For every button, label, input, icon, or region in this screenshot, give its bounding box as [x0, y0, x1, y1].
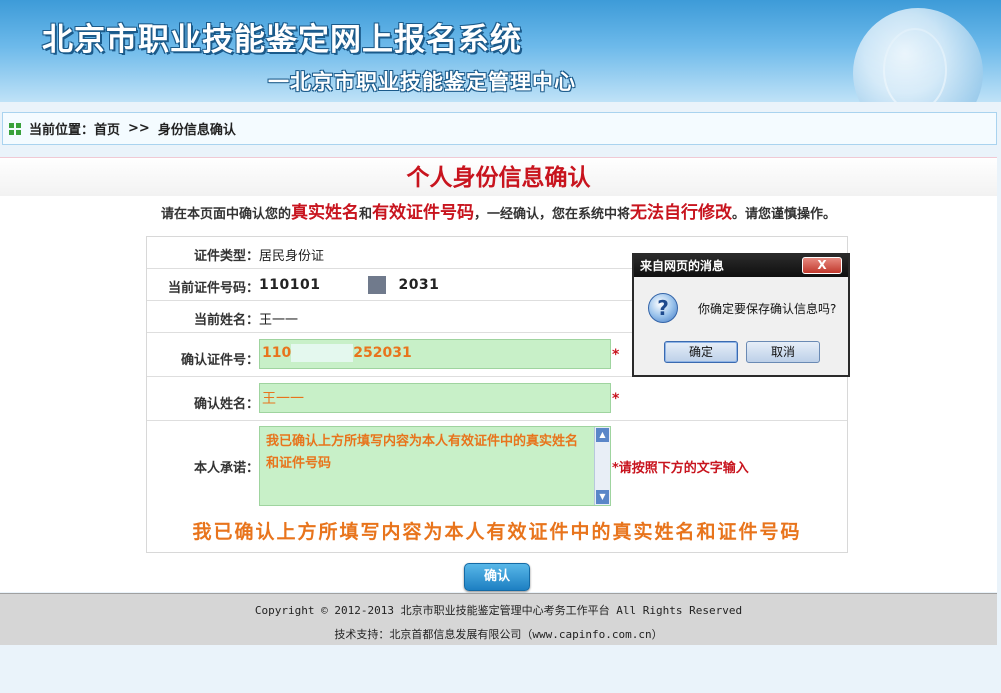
notice-highlight-name: 真实姓名	[290, 203, 359, 223]
breadcrumb-home-link[interactable]: 首页	[94, 119, 120, 138]
footer: Copyright © 2012-2013 北京市职业技能鉴定管理中心考务工作平…	[0, 593, 997, 645]
pledge-hint: *请按照下方的文字输入	[612, 461, 749, 476]
row-confirm-name: 确认姓名： 王一一 *	[147, 377, 847, 421]
dialog-message: 你确定要保存确认信息吗?	[698, 302, 837, 316]
globe-icon	[853, 8, 983, 102]
notice-text: 请在本页面中确认您的真实姓名和有效证件号码，一经确认，您在系统中将无法自行修改。…	[0, 198, 997, 223]
notice-highlight-warning: 无法自行修改	[630, 203, 733, 223]
confirm-id-start: 110	[262, 345, 292, 361]
confirm-name-input[interactable]: 王一一	[259, 383, 611, 413]
current-name-label: 当前姓名：	[193, 313, 259, 328]
confirm-id-label: 确认证件号：	[180, 353, 259, 368]
grid-icon	[9, 122, 21, 135]
close-icon[interactable]: X	[802, 257, 842, 274]
confirm-id-input[interactable]: 110 252031	[259, 339, 611, 369]
current-id-start: 110101	[259, 277, 321, 293]
current-name-value: 王一一	[259, 313, 299, 328]
scroll-down-icon[interactable]: ▼	[596, 490, 609, 504]
redaction-mask	[320, 275, 369, 295]
confirm-id-end: 252031	[353, 345, 412, 361]
pledge-textarea-text: 我已确认上方所填写内容为本人有效证件中的真实姓名和证件号码	[266, 434, 579, 471]
site-subtitle: 一北京市职业技能鉴定管理中心	[268, 69, 576, 94]
pledge-reference-text: 我已确认上方所填写内容为本人有效证件中的真实姓名和证件号码	[192, 521, 802, 543]
dialog-titlebar: 来自网页的消息 X	[634, 255, 848, 277]
question-icon: ?	[648, 293, 678, 323]
breadcrumb-separator: >>	[128, 121, 150, 136]
confirm-button[interactable]: 确认	[464, 563, 530, 591]
notice-part: 和	[358, 207, 372, 222]
page-title: 个人身份信息确认	[0, 158, 997, 196]
required-mark: *	[612, 391, 620, 407]
scroll-up-icon[interactable]: ▲	[596, 428, 609, 442]
footer-support: 技术支持：北京首都信息发展有限公司（www.capinfo.com.cn）	[334, 628, 663, 641]
notice-highlight-id: 有效证件号码	[372, 203, 474, 223]
breadcrumb-prefix: 当前位置：	[29, 123, 95, 138]
redaction-mask	[291, 344, 354, 362]
textarea-scrollbar[interactable]: ▲ ▼	[594, 427, 610, 505]
current-id-label: 当前证件号码：	[167, 281, 259, 296]
id-type-value: 居民身份证	[259, 249, 325, 264]
confirm-name-label: 确认姓名：	[193, 397, 259, 412]
notice-part: 。请您谨慎操作。	[732, 207, 837, 222]
current-id-value: 110101 2031	[259, 275, 439, 295]
footer-copyright: Copyright © 2012-2013 北京市职业技能鉴定管理中心考务工作平…	[254, 604, 743, 617]
current-id-end: 2031	[398, 277, 440, 293]
row-pledge: 本人承诺： 我已确认上方所填写内容为本人有效证件中的真实姓名和证件号码 ▲ ▼ …	[147, 421, 847, 513]
redaction-block	[368, 276, 387, 294]
pledge-label: 本人承诺：	[193, 461, 259, 476]
site-title: 北京市职业技能鉴定网上报名系统	[42, 22, 522, 58]
dialog-ok-button[interactable]: 确定	[664, 341, 738, 363]
notice-part: ，一经确认，您在系统中将	[474, 207, 631, 222]
breadcrumb-current: 身份信息确认	[157, 123, 236, 138]
header-banner: 北京市职业技能鉴定网上报名系统 一北京市职业技能鉴定管理中心	[0, 0, 1001, 102]
dialog-title: 来自网页的消息	[640, 259, 725, 273]
id-type-label: 证件类型：	[193, 249, 259, 264]
breadcrumb: 当前位置： 首页 >> 身份信息确认	[2, 112, 997, 145]
required-mark: *	[612, 347, 620, 363]
notice-part: 请在本页面中确认您的	[160, 207, 291, 222]
pledge-textarea[interactable]: 我已确认上方所填写内容为本人有效证件中的真实姓名和证件号码 ▲ ▼	[259, 426, 611, 506]
dialog-cancel-button[interactable]: 取消	[746, 341, 820, 363]
confirm-dialog: 来自网页的消息 X ? 你确定要保存确认信息吗? 确定 取消	[632, 253, 850, 377]
